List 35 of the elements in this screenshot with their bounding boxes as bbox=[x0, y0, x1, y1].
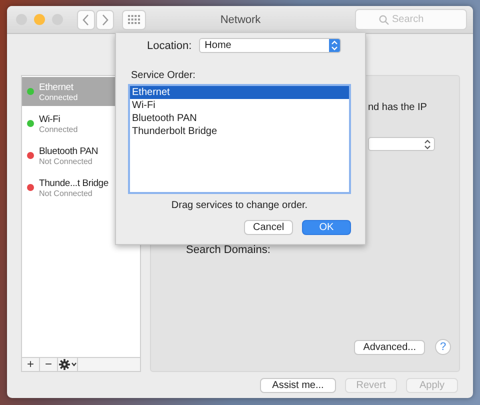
hint-text: Drag services to change order. bbox=[170, 200, 309, 211]
chevron-left-icon bbox=[82, 14, 90, 26]
search-field[interactable]: Search bbox=[355, 9, 467, 30]
service-order-item[interactable]: Bluetooth PAN bbox=[130, 112, 349, 125]
dialog-button[interactable]: Cancel bbox=[244, 220, 293, 235]
location-label: Location: bbox=[147, 40, 192, 52]
help-button[interactable]: ? bbox=[435, 339, 451, 355]
back-button[interactable] bbox=[77, 10, 95, 30]
service-name: Bluetooth PAN bbox=[39, 146, 98, 156]
show-all-button[interactable] bbox=[122, 10, 146, 30]
action-menu-button[interactable] bbox=[58, 358, 78, 371]
service-status: Connected bbox=[39, 92, 78, 102]
service-order-item[interactable]: Thunderbolt Bridge bbox=[130, 125, 349, 138]
chevron-right-icon bbox=[101, 14, 109, 26]
search-icon bbox=[379, 15, 389, 25]
up-down-arrows-icon bbox=[424, 138, 431, 150]
service-name: Ethernet bbox=[39, 82, 74, 92]
service-name: Thunde...t Bridge bbox=[39, 178, 108, 188]
popup-menu[interactable] bbox=[368, 137, 435, 151]
service-status: Not Connected bbox=[39, 188, 94, 198]
search-domains-label: Search Domains: bbox=[186, 244, 272, 256]
location-popup[interactable]: Home bbox=[198, 38, 341, 53]
service-status: Not Connected bbox=[39, 156, 94, 166]
remove-button[interactable]: − bbox=[40, 358, 58, 371]
advanced-button[interactable]: Advanced... bbox=[354, 340, 425, 354]
service-name: Wi-Fi bbox=[39, 114, 62, 124]
add-button[interactable]: + bbox=[22, 358, 40, 371]
service-order-item[interactable]: Ethernet bbox=[130, 86, 349, 99]
service-status: Connected bbox=[39, 124, 78, 134]
grid-icon bbox=[128, 15, 140, 24]
forward-button[interactable] bbox=[96, 10, 114, 30]
footer-button[interactable]: Assist me... bbox=[260, 378, 336, 393]
status-text: nd has the IP bbox=[368, 102, 428, 113]
up-down-arrows-icon bbox=[328, 39, 340, 52]
window-title: Network bbox=[219, 14, 262, 26]
